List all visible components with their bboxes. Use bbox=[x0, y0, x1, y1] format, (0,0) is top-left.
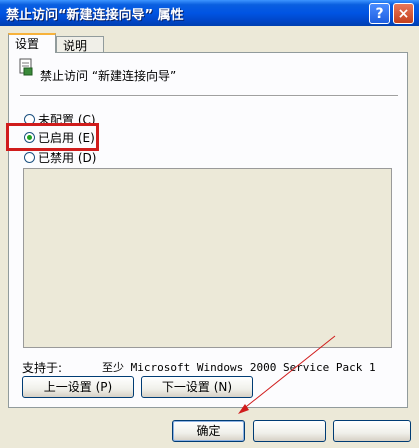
next-setting-button[interactable]: 下一设置 (N) bbox=[141, 376, 253, 398]
radio-circle-icon[interactable] bbox=[24, 151, 35, 163]
close-button[interactable]: × bbox=[393, 3, 414, 24]
separator bbox=[20, 95, 398, 97]
options-area bbox=[23, 168, 392, 348]
help-button[interactable]: ? bbox=[369, 3, 390, 24]
support-label: 支持于: bbox=[22, 361, 63, 375]
previous-setting-button[interactable]: 上一设置 (P) bbox=[22, 376, 134, 398]
annotation-highlight-box bbox=[6, 123, 99, 151]
policy-properties-dialog: 禁止访问“新建连接向导” 属性 ? × 设置 说明 禁止访问 “新建连接向导” … bbox=[0, 0, 419, 448]
cancel-button[interactable] bbox=[253, 420, 326, 442]
apply-button[interactable] bbox=[333, 420, 411, 442]
title-bar[interactable]: 禁止访问“新建连接向导” 属性 ? × bbox=[0, 0, 419, 26]
policy-name: 禁止访问 “新建连接向导” bbox=[40, 69, 177, 83]
ok-button[interactable]: 确定 bbox=[172, 420, 245, 442]
radio-disabled[interactable]: 已禁用 (D) bbox=[24, 149, 96, 165]
radio-label: 已禁用 (D) bbox=[38, 150, 97, 165]
window-title: 禁止访问“新建连接向导” 属性 bbox=[6, 8, 184, 23]
policy-document-icon bbox=[19, 58, 33, 76]
tab-settings[interactable]: 设置 bbox=[8, 33, 56, 53]
support-value: 至少 Microsoft Windows 2000 Service Pack 1 bbox=[102, 361, 376, 374]
